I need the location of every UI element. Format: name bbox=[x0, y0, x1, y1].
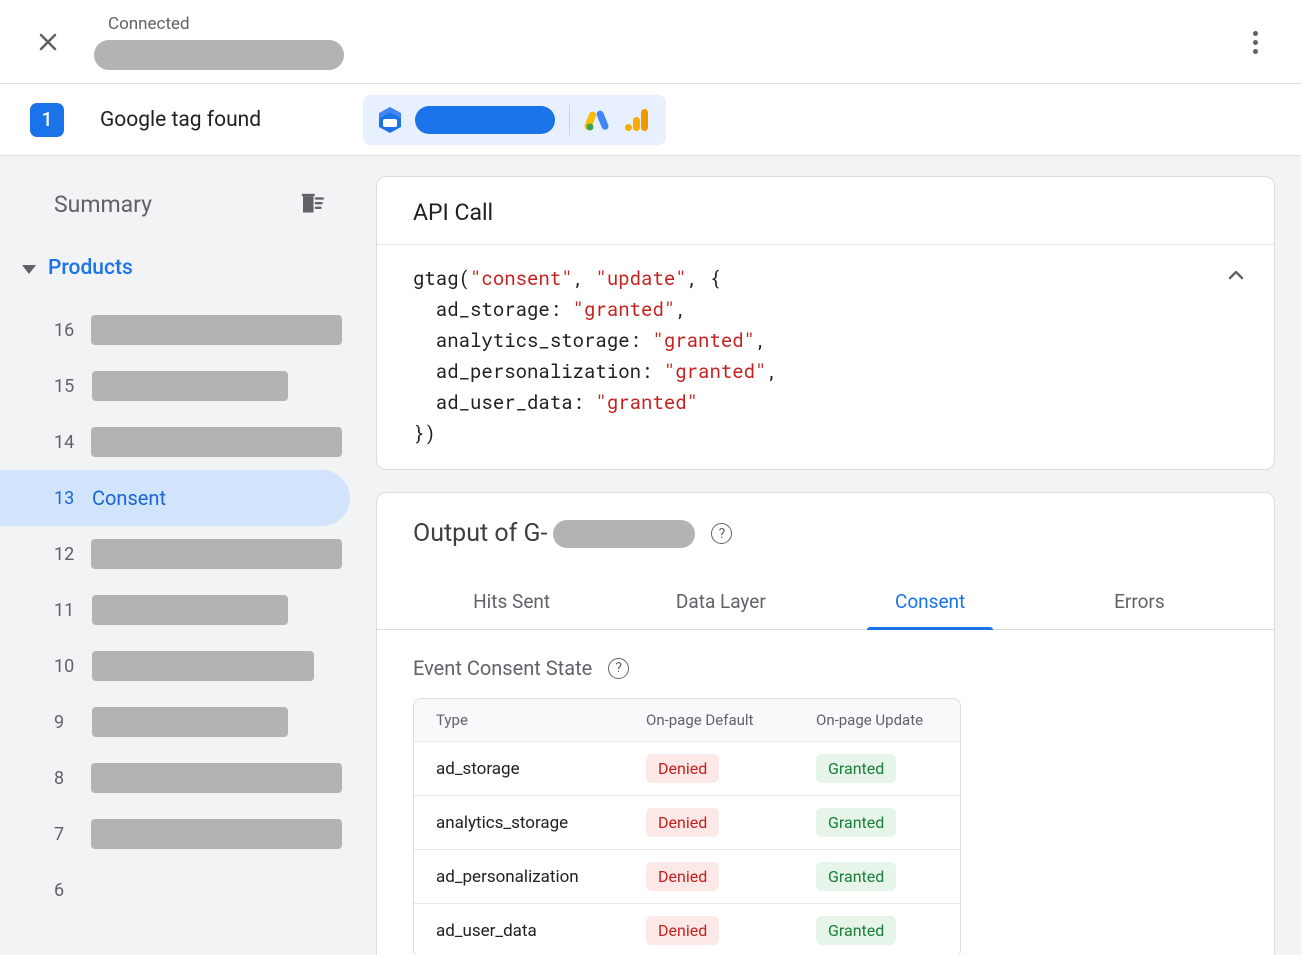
summary-label: Summary bbox=[54, 191, 152, 218]
tag-count-badge: 1 bbox=[30, 103, 64, 137]
tab-errors[interactable]: Errors bbox=[1035, 572, 1244, 629]
sidebar-item-label-redacted bbox=[92, 371, 288, 401]
product-chips bbox=[363, 95, 666, 145]
connection-block: Connected bbox=[94, 14, 344, 70]
sidebar-item-number: 12 bbox=[54, 544, 79, 565]
sidebar-item-label-redacted bbox=[91, 819, 342, 849]
summary-row[interactable]: Summary bbox=[0, 188, 350, 220]
output-tabs: Hits SentData LayerConsentErrors bbox=[377, 572, 1274, 630]
header: Connected bbox=[0, 0, 1301, 84]
consent-type: ad_user_data bbox=[436, 921, 646, 941]
section-products[interactable]: Products bbox=[0, 256, 350, 280]
table-header-cell: On-page Update bbox=[816, 711, 961, 729]
table-header-row: TypeOn-page DefaultOn-page Update bbox=[414, 699, 960, 741]
sidebar-item-number: 13 bbox=[54, 488, 80, 509]
sidebar-item-label-redacted bbox=[91, 539, 342, 569]
clear-events-icon[interactable] bbox=[296, 188, 324, 220]
sidebar-item-number: 9 bbox=[54, 712, 80, 733]
sidebar-item-number: 10 bbox=[54, 656, 80, 677]
table-row: ad_storageDenied Granted bbox=[414, 741, 960, 795]
sidebar-item-number: 8 bbox=[54, 768, 79, 789]
sidebar-item[interactable]: 9 bbox=[0, 694, 350, 750]
output-card: Output of G- ? Hits SentData LayerConsen… bbox=[376, 492, 1275, 955]
status-badge: Granted bbox=[816, 808, 896, 837]
section-label: Products bbox=[48, 256, 133, 280]
sidebar: Summary Products 16 15 14 13 Consent 12 11 10 9 8… bbox=[0, 156, 350, 955]
sidebar-item[interactable]: 12 bbox=[0, 526, 350, 582]
sidebar-item[interactable]: 6 bbox=[0, 862, 350, 918]
sidebar-item-number: 6 bbox=[54, 880, 80, 901]
output-tag-id-redacted bbox=[553, 520, 695, 548]
consent-type: ad_storage bbox=[436, 759, 646, 779]
sidebar-item-label-redacted bbox=[92, 595, 288, 625]
sidebar-item-number: 16 bbox=[54, 320, 79, 341]
table-row: ad_personalizationDenied Granted bbox=[414, 849, 960, 903]
sidebar-item-label-redacted bbox=[92, 651, 314, 681]
more-menu-icon[interactable] bbox=[1243, 30, 1267, 54]
status-badge: Granted bbox=[816, 862, 896, 891]
output-header: Output of G- ? bbox=[377, 493, 1274, 558]
tab-hits-sent[interactable]: Hits Sent bbox=[407, 572, 616, 629]
sidebar-item[interactable]: 15 bbox=[0, 358, 350, 414]
consent-table: TypeOn-page DefaultOn-page Updatead_stor… bbox=[413, 698, 961, 955]
sidebar-items: 16 15 14 13 Consent 12 11 10 9 8 7 6 bbox=[0, 302, 350, 918]
status-badge: Denied bbox=[646, 862, 719, 891]
google-analytics-icon bbox=[624, 107, 650, 133]
sidebar-item-label: Consent bbox=[92, 486, 166, 510]
consent-type: ad_personalization bbox=[436, 867, 646, 887]
sidebar-item-label-redacted bbox=[91, 763, 342, 793]
consent-section-title: Event Consent State bbox=[413, 656, 592, 680]
chevron-down-icon bbox=[22, 265, 36, 274]
sidebar-item[interactable]: 7 bbox=[0, 806, 350, 862]
table-header-cell: On-page Default bbox=[646, 711, 816, 729]
main: API Call gtag("consent", "update", { ad_… bbox=[350, 156, 1301, 955]
sidebar-item-label-redacted bbox=[91, 427, 342, 457]
output-title-prefix: Output of G- bbox=[413, 519, 547, 548]
google-tag-icon bbox=[379, 107, 401, 133]
body: Summary Products 16 15 14 13 Consent 12 11 10 9 8… bbox=[0, 156, 1301, 955]
sidebar-item[interactable]: 10 bbox=[0, 638, 350, 694]
secondary-bar: 1 Google tag found bbox=[0, 84, 1301, 156]
close-icon[interactable] bbox=[36, 30, 60, 54]
table-row: ad_user_dataDenied Granted bbox=[414, 903, 960, 955]
help-icon[interactable]: ? bbox=[608, 658, 629, 679]
sidebar-item-label-redacted bbox=[91, 315, 342, 345]
api-call-card: API Call gtag("consent", "update", { ad_… bbox=[376, 176, 1275, 470]
table-row: analytics_storageDenied Granted bbox=[414, 795, 960, 849]
status-badge: Denied bbox=[646, 916, 719, 945]
sidebar-item[interactable]: 11 bbox=[0, 582, 350, 638]
status-badge: Granted bbox=[816, 754, 896, 783]
status-badge: Denied bbox=[646, 754, 719, 783]
sidebar-item-number: 14 bbox=[54, 432, 79, 453]
collapse-icon[interactable] bbox=[1224, 263, 1248, 296]
sidebar-item-number: 11 bbox=[54, 600, 80, 621]
google-ads-icon bbox=[584, 107, 610, 133]
api-call-title: API Call bbox=[377, 177, 1274, 245]
sidebar-item-label-redacted bbox=[92, 707, 288, 737]
status-badge: Granted bbox=[816, 916, 896, 945]
tag-found-label: Google tag found bbox=[100, 108, 261, 132]
consent-type: analytics_storage bbox=[436, 813, 646, 833]
status-badge: Denied bbox=[646, 808, 719, 837]
sidebar-item-number: 7 bbox=[54, 824, 79, 845]
sidebar-item[interactable]: 8 bbox=[0, 750, 350, 806]
connected-label: Connected bbox=[108, 14, 344, 34]
table-header-cell: Type bbox=[436, 711, 646, 729]
help-icon[interactable]: ? bbox=[711, 523, 732, 544]
chip-divider bbox=[569, 105, 570, 135]
sidebar-item-number: 15 bbox=[54, 376, 80, 397]
sidebar-item[interactable]: 14 bbox=[0, 414, 350, 470]
tab-consent[interactable]: Consent bbox=[826, 572, 1035, 629]
api-call-code: gtag("consent", "update", { ad_storage: … bbox=[377, 245, 1274, 469]
consent-title-row: Event Consent State ? bbox=[413, 656, 1238, 680]
tag-id-redacted bbox=[415, 106, 555, 134]
tab-data-layer[interactable]: Data Layer bbox=[616, 572, 825, 629]
sidebar-item[interactable]: 13 Consent bbox=[0, 470, 350, 526]
sidebar-item[interactable]: 16 bbox=[0, 302, 350, 358]
consent-section: Event Consent State ? TypeOn-page Defaul… bbox=[377, 630, 1274, 955]
connection-url-redacted bbox=[94, 40, 344, 70]
